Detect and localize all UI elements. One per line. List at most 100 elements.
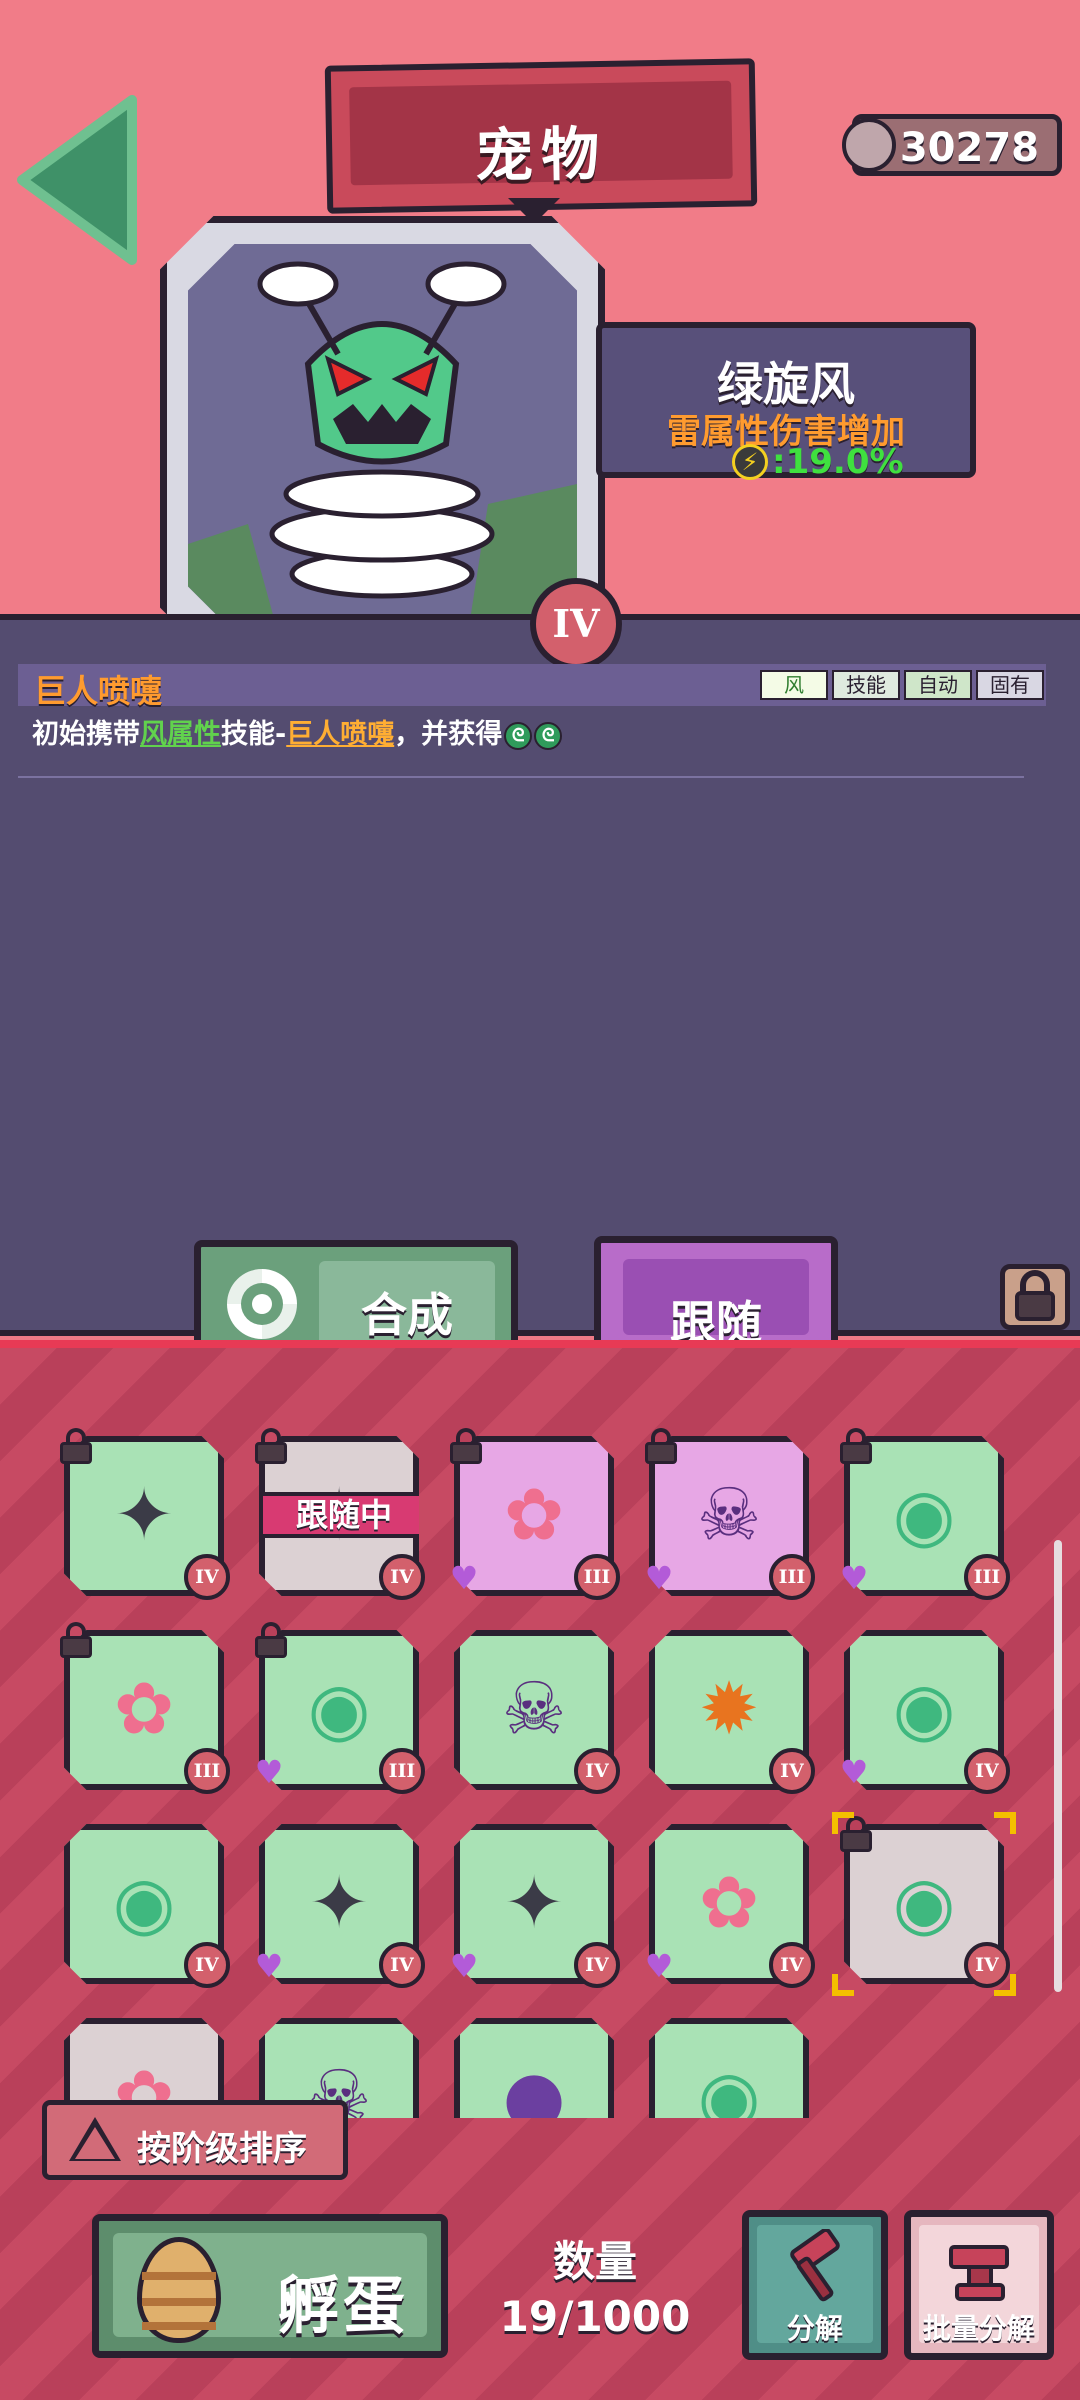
heart-icon: ♥ [644,1559,674,1597]
rank-badge: IV [964,1748,1010,1794]
tornado-pet-icon: ◉ [892,1472,956,1557]
skill-desc-element: 风属性 [140,719,221,750]
rank-badge: IV [769,1748,815,1794]
pet-slot[interactable]: ✦ IV [60,1428,230,1600]
swirl-icon [221,1263,303,1345]
pet-slot[interactable]: ✦跟随中IV [255,1428,425,1600]
pet-slot[interactable]: ● [454,2018,614,2118]
skill-header: 巨人喷嚏 风 技能 自动 固有 [18,664,1046,710]
selection-corner [832,1812,854,1834]
hammer-icon [790,2229,840,2302]
rank-badge: IV [574,1748,620,1794]
batch-decompose-label: 批量分解 [922,2312,1035,2345]
drone-pet-icon: ✦ [503,1860,565,1945]
fairy-pet-icon: ✿ [503,1472,565,1557]
skill-description: 初始携带风属性技能-巨人喷嚏，并获得 ᘓ ᘓ [32,712,563,751]
tornado-pet-icon: ◉ [697,2054,761,2118]
coin-icon [842,118,896,172]
skill-tag-innate: 固有 [976,670,1044,700]
rank-badge: IV [769,1942,815,1988]
rank-badge: IV [574,1942,620,1988]
pet-slot[interactable]: ☠ IV [454,1630,620,1794]
drone-pet-icon: ✦ [113,1472,175,1557]
heart-icon: ♥ [449,1947,479,1985]
lock-icon [255,1428,287,1464]
pet-slot[interactable]: ◉ [649,2018,809,2118]
rank-badge: IV [379,1554,425,1600]
pet-card: ◉ [649,2018,809,2118]
skill-tag-auto: 自动 [904,670,972,700]
pet-portrait [188,244,577,633]
hatch-label: 孵蛋 [277,2269,410,2342]
skill-desc-skill: 巨人喷嚏 [286,719,395,750]
heart-icon: ♥ [254,1753,284,1791]
pet-slot[interactable]: ☠ III ♥ [645,1428,815,1600]
pet-slot[interactable]: ◉ III ♥ [840,1428,1010,1600]
pet-slot[interactable]: ◉ IV ♥ [840,1630,1010,1794]
selection-corner [994,1812,1016,1834]
pet-slot[interactable]: ✦ IV ♥ [450,1824,620,1988]
pet-slot[interactable]: ✹ IV [649,1630,815,1794]
tornado-pet-icon [188,244,577,633]
lock-icon [60,1428,92,1464]
lock-icon [840,1428,872,1464]
rank-badge: IV [184,1554,230,1600]
pumpkin-pet-icon: ✹ [698,1666,760,1751]
pet-attribute-value-row: ⚡ :19.0% [732,442,904,482]
rank-badge: III [184,1748,230,1794]
sort-by-rank-button[interactable]: 按阶级排序 [42,2100,348,2180]
triangle-icon-inner [75,2127,115,2159]
batch-decompose-button[interactable]: 批量分解 [904,2210,1054,2360]
heart-icon: ♥ [254,1947,284,1985]
wind-swirl-icon: ᘓ [504,721,533,750]
skull-pet-icon: ☠ [501,1666,567,1751]
skill-desc-prefix: 初始携带 [32,719,140,750]
pet-slot[interactable]: ✿ III [60,1622,230,1794]
decompose-label: 分解 [786,2312,843,2345]
merge-label: 合成 [361,1288,453,1342]
heart-icon: ♥ [449,1559,479,1597]
selection-corner [832,1974,854,1996]
count-value: 19/1000 [499,2292,691,2341]
pet-slot[interactable]: ✿ III ♥ [450,1428,620,1600]
lock-icon [60,1622,92,1658]
fairy-pet-icon: ✿ [113,1666,175,1751]
selection-corner [994,1974,1016,1996]
pet-slot[interactable]: ✦ IV ♥ [255,1824,425,1988]
page-title: 宠物 [474,119,608,191]
pet-slot[interactable]: ◉ III ♥ [255,1622,425,1794]
sort-label: 按阶级排序 [137,2129,307,2169]
pet-slot[interactable]: ✿ IV ♥ [645,1824,815,1988]
pet-card: ● [454,2018,614,2118]
monster-pet-icon: ● [502,2054,566,2118]
merge-label-box: 合成 [319,1261,495,1347]
lock-icon [450,1428,482,1464]
lock-icon [1015,1270,1055,1321]
decompose-button[interactable]: 分解 [742,2210,888,2360]
heart-icon: ♥ [644,1947,674,1985]
lock-button[interactable] [1000,1264,1070,1330]
hatch-egg-button[interactable]: 孵蛋 [92,2214,448,2358]
skill-tag-wind: 风 [760,670,828,700]
anvil-icon [949,2245,1009,2301]
tornado-pet-icon: ◉ [307,1666,371,1751]
heart-icon: ♥ [839,1559,869,1597]
divider [18,776,1024,778]
skill-name: 巨人喷嚏 [34,672,163,710]
skill-tag-skill: 技能 [832,670,900,700]
tornado-pet-icon: ◉ [112,1860,176,1945]
count-label: 数量 [552,2237,637,2286]
heart-icon: ♥ [839,1753,869,1791]
pet-slot[interactable]: ◉ IV [832,1812,1016,1996]
back-arrow-icon[interactable] [12,90,147,270]
skull-pet-icon: ☠ [696,1472,762,1557]
pet-info-box: 绿旋风 雷属性伤害增加 ⚡ :19.0% [596,322,976,482]
rank-badge: III [964,1554,1010,1600]
title-banner: 宠物 [324,58,758,214]
skill-desc-suffix: ，并获得 [394,719,503,750]
pet-slot[interactable]: ◉ IV [64,1824,230,1988]
fairy-pet-icon: ✿ [698,1860,760,1945]
tornado-pet-icon: ◉ [892,1860,956,1945]
rank-badge: III [769,1554,815,1600]
scrollbar[interactable] [1054,1540,1062,1992]
